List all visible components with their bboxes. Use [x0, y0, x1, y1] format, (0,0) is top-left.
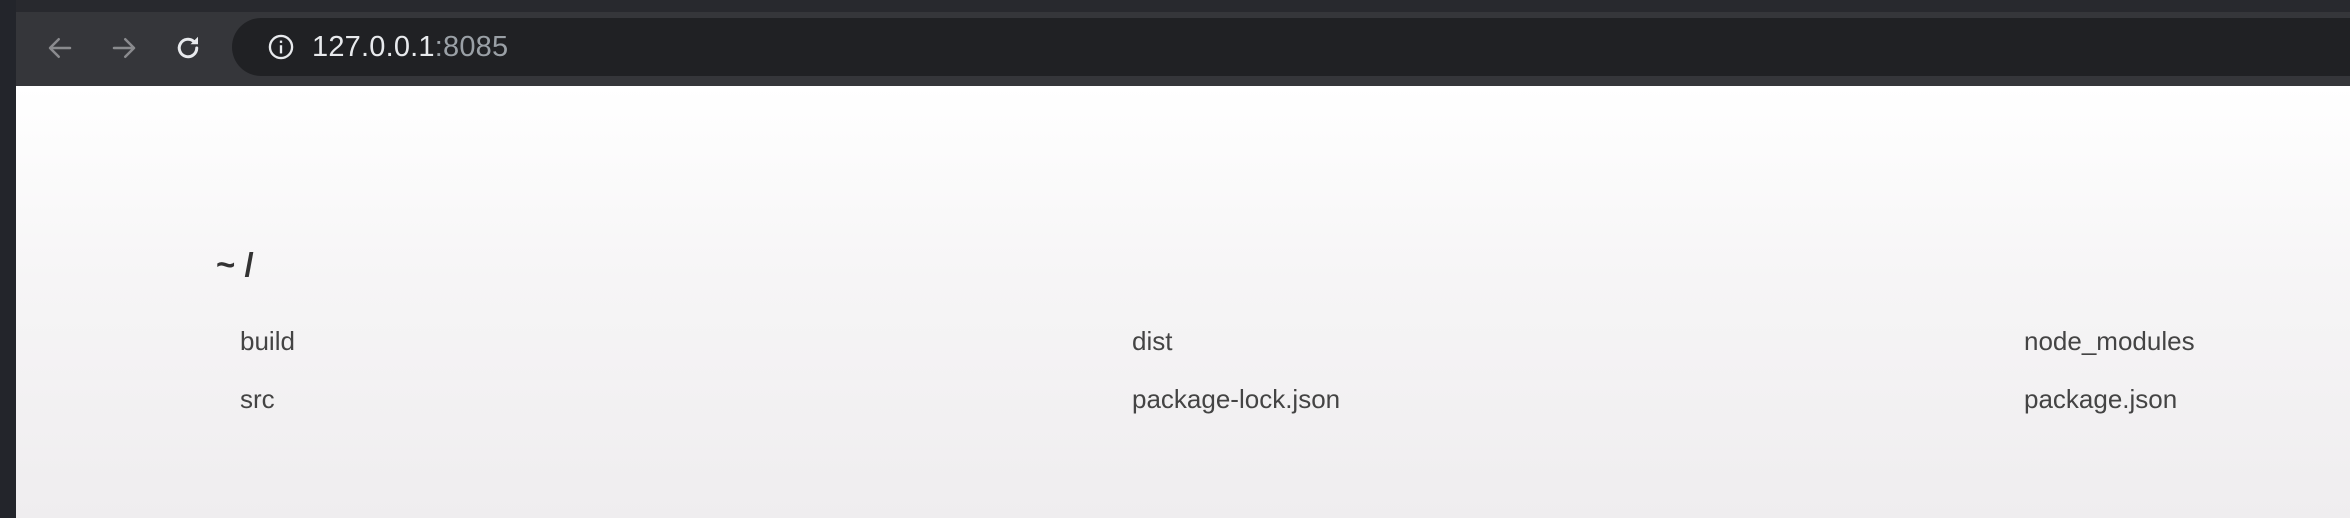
address-bar[interactable]: 127.0.0.1:8085: [232, 18, 2350, 76]
browser-toolbar: 127.0.0.1:8085: [16, 0, 2350, 86]
file-link-package-lock-json[interactable]: package-lock.json: [1132, 384, 1340, 415]
arrow-left-icon: [48, 38, 72, 58]
file-link-package-json[interactable]: package.json: [2024, 384, 2177, 415]
url-port: :8085: [434, 30, 509, 63]
back-button[interactable]: [36, 24, 84, 72]
file-link-dist[interactable]: dist: [1132, 326, 1172, 357]
file-link-build[interactable]: build: [240, 326, 295, 357]
url-text[interactable]: 127.0.0.1:8085: [312, 31, 508, 64]
directory-path-heading: ~ /: [216, 246, 254, 283]
file-link-node-modules[interactable]: node_modules: [2024, 326, 2195, 357]
reload-icon: [177, 36, 199, 59]
page-content: ~ / build dist node_modules src package-…: [16, 86, 2350, 518]
info-icon[interactable]: [266, 32, 296, 62]
file-link-src[interactable]: src: [240, 384, 275, 415]
reload-button[interactable]: [164, 24, 212, 72]
tab-strip: [16, 0, 2350, 12]
url-host: 127.0.0.1: [312, 30, 435, 63]
forward-button[interactable]: [100, 24, 148, 72]
window-edge: [0, 0, 17, 518]
arrow-right-icon: [112, 38, 136, 58]
